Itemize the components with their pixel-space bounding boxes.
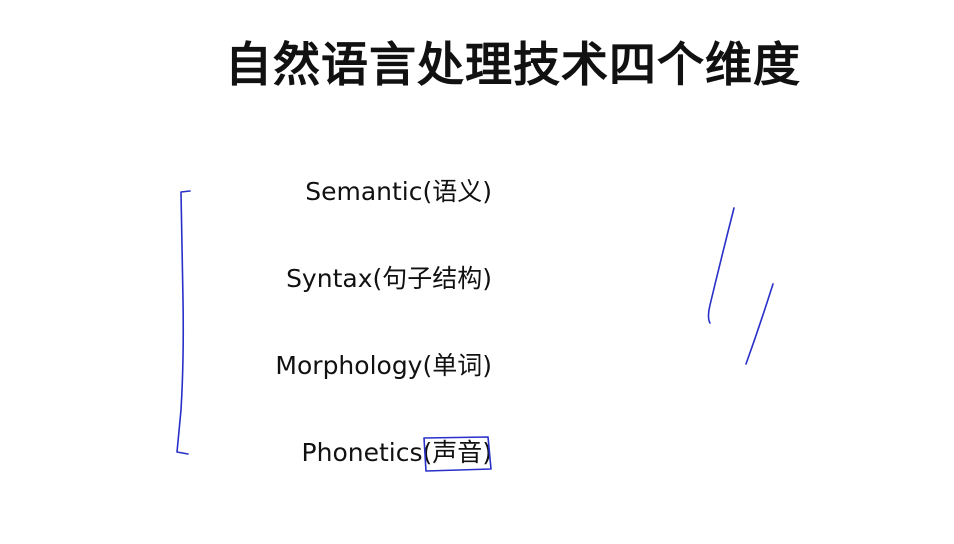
- dimension-syntax: Syntax(句子结构): [286, 264, 492, 293]
- dimension-morphology: Morphology(单词): [275, 351, 492, 380]
- dimension-phonetics: Phonetics(声音): [301, 438, 492, 467]
- dimension-list: Semantic(语义) Syntax(句子结构) Morphology(单词)…: [0, 0, 954, 544]
- dimension-semantic: Semantic(语义): [305, 177, 492, 206]
